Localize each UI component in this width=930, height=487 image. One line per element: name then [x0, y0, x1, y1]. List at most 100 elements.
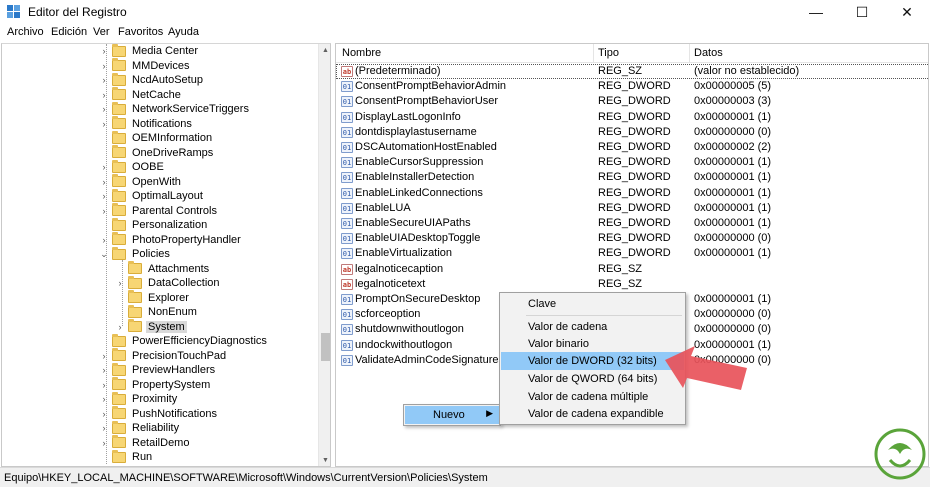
chevron-right-icon[interactable]: › [99, 61, 109, 71]
tree-item[interactable]: › Notifications [99, 116, 194, 132]
submenu-valor-multiple[interactable]: Valor de cadena múltiple [501, 388, 684, 406]
chevron-right-icon[interactable]: › [99, 75, 109, 85]
chevron-right-icon[interactable]: › [99, 46, 109, 56]
value-row[interactable]: 01 ConsentPromptBehaviorUser REG_DWORD 0x00… [336, 94, 928, 109]
scrollbar-thumb[interactable] [321, 333, 330, 361]
menu-edicion[interactable]: Edición [51, 26, 87, 38]
tree-item[interactable]: › PreviewHandlers [99, 362, 217, 378]
tree-item-system[interactable]: › System [115, 319, 187, 335]
key-tree[interactable]: › Media Center › MMDevices › NcdAutoSetup ›… [1, 43, 331, 467]
chevron-right-icon[interactable]: › [99, 235, 109, 245]
scroll-down-icon[interactable]: ▼ [319, 454, 330, 466]
chevron-right-icon[interactable]: › [99, 438, 109, 448]
value-row[interactable]: 01 EnableCursorSuppression REG_DWORD 0x0000… [336, 155, 928, 170]
value-row[interactable]: 01 EnableSecureUIAPaths REG_DWORD 0x0000000… [336, 216, 928, 231]
tree-item[interactable]: › Parental Controls [99, 203, 219, 219]
chevron-right-icon[interactable]: › [115, 278, 125, 288]
tree-item-policies[interactable]: ⌄ Policies [99, 246, 172, 262]
chevron-right-icon[interactable]: › [99, 177, 109, 187]
tree-item[interactable]: › NcdAutoSetup [99, 72, 205, 88]
chevron-down-icon[interactable]: ⌄ [99, 249, 109, 260]
value-row[interactable]: ab (Predeterminado) REG_SZ (valor no establ… [336, 64, 928, 80]
list-header: Nombre Tipo Datos [336, 44, 928, 63]
context-menu-nuevo[interactable]: Nuevo ▶ [405, 406, 499, 424]
value-row[interactable]: ab legalnoticetext REG_SZ [336, 277, 928, 292]
tree-item[interactable]: › Proximity [99, 391, 179, 407]
value-name: EnableLinkedConnections [355, 186, 483, 199]
minimize-button[interactable]: — [793, 0, 839, 24]
column-tipo[interactable]: Tipo [598, 47, 619, 59]
value-row[interactable]: 01 ConsentPromptBehaviorAdmin REG_DWORD 0x0… [336, 79, 928, 94]
scroll-up-icon[interactable]: ▲ [319, 44, 330, 57]
submenu-valor-cadena[interactable]: Valor de cadena [501, 318, 684, 336]
value-row[interactable]: 01 EnableInstallerDetection REG_DWORD 0x000… [336, 170, 928, 185]
chevron-right-icon[interactable]: › [99, 351, 109, 361]
tree-item[interactable]: Run [99, 449, 154, 465]
tree-item[interactable]: Explorer [115, 290, 191, 306]
chevron-right-icon[interactable]: › [99, 104, 109, 114]
tree-item[interactable]: › DataCollection [115, 275, 222, 291]
submenu-valor-dword[interactable]: Valor de DWORD (32 bits) [501, 352, 684, 370]
menu-ver[interactable]: Ver [93, 26, 110, 38]
chevron-right-icon[interactable]: › [99, 191, 109, 201]
chevron-right-icon[interactable]: › [99, 380, 109, 390]
tree-item[interactable]: Personalization [99, 217, 209, 233]
submenu-valor-qword[interactable]: Valor de QWORD (64 bits) [501, 370, 684, 388]
value-row[interactable]: 01 EnableLinkedConnections REG_DWORD 0x0000… [336, 186, 928, 201]
column-nombre[interactable]: Nombre [342, 47, 381, 59]
value-row[interactable]: 01 DSCAutomationHostEnabled REG_DWORD 0x000… [336, 140, 928, 155]
value-type: REG_SZ [598, 262, 643, 275]
tree-item[interactable]: PowerEfficiencyDiagnostics [99, 333, 269, 349]
menu-favoritos[interactable]: Favoritos [118, 26, 163, 38]
value-row[interactable]: 01 EnableLUA REG_DWORD 0x00000001 (1) [336, 201, 928, 216]
maximize-button[interactable]: ☐ [839, 0, 885, 24]
chevron-right-icon[interactable]: › [99, 394, 109, 404]
close-button[interactable]: ✕ [884, 0, 930, 24]
tree-item[interactable]: Attachments [115, 261, 211, 277]
tree-item[interactable]: › OptimalLayout [99, 188, 205, 204]
tree-item[interactable]: › OOBE [99, 159, 166, 175]
window-title: Editor del Registro [28, 5, 127, 19]
menu-ayuda[interactable]: Ayuda [168, 26, 199, 38]
binary-value-icon: 01 [341, 111, 353, 123]
value-row[interactable]: 01 EnableUIADesktopToggle REG_DWORD 0x00000… [336, 231, 928, 246]
chevron-right-icon[interactable]: › [99, 119, 109, 129]
column-divider[interactable] [689, 44, 690, 63]
submenu-arrow-icon: ▶ [486, 408, 493, 418]
menu-archivo[interactable]: Archivo [7, 26, 44, 38]
tree-item[interactable]: OEMInformation [99, 130, 214, 146]
chevron-right-icon[interactable]: › [99, 365, 109, 375]
tree-item[interactable]: › PushNotifications [99, 406, 219, 422]
value-row[interactable]: ab legalnoticecaption REG_SZ [336, 262, 928, 277]
tree-item[interactable]: › OpenWith [99, 174, 183, 190]
tree-scrollbar[interactable]: ▲ ▼ [318, 44, 330, 466]
chevron-right-icon[interactable]: › [99, 90, 109, 100]
chevron-right-icon[interactable]: › [115, 322, 125, 332]
tree-item[interactable]: › Reliability [99, 420, 181, 436]
tree-item[interactable]: › PropertySystem [99, 377, 212, 393]
value-row[interactable]: 01 DisplayLastLogonInfo REG_DWORD 0x0000000… [336, 110, 928, 125]
chevron-right-icon[interactable]: › [99, 409, 109, 419]
tree-item[interactable]: › NetworkServiceTriggers [99, 101, 251, 117]
chevron-right-icon[interactable]: › [99, 162, 109, 172]
tree-item[interactable]: › PrecisionTouchPad [99, 348, 228, 364]
folder-icon [112, 159, 126, 173]
chevron-right-icon[interactable]: › [99, 423, 109, 433]
tree-item[interactable]: › MMDevices [99, 58, 191, 74]
value-type: REG_SZ [598, 65, 643, 77]
value-row[interactable]: 01 dontdisplaylastusername REG_DWORD 0x0000… [336, 125, 928, 140]
tree-item[interactable]: › PhotoPropertyHandler [99, 232, 243, 248]
tree-item[interactable]: › RetailDemo [99, 435, 191, 451]
submenu-valor-binario[interactable]: Valor binario [501, 335, 684, 353]
column-datos[interactable]: Datos [694, 47, 723, 59]
value-type: REG_DWORD [598, 171, 671, 184]
value-row[interactable]: 01 EnableVirtualization REG_DWORD 0x0000000… [336, 246, 928, 261]
submenu-clave[interactable]: Clave [501, 295, 684, 313]
tree-item[interactable]: NonEnum [115, 304, 199, 320]
chevron-right-icon[interactable]: › [99, 206, 109, 216]
tree-item[interactable]: › Media Center [99, 44, 200, 59]
tree-item[interactable]: › NetCache [99, 87, 183, 103]
column-divider[interactable] [593, 44, 594, 63]
submenu-valor-expandible[interactable]: Valor de cadena expandible [501, 405, 684, 423]
tree-item[interactable]: OneDriveRamps [99, 145, 215, 161]
